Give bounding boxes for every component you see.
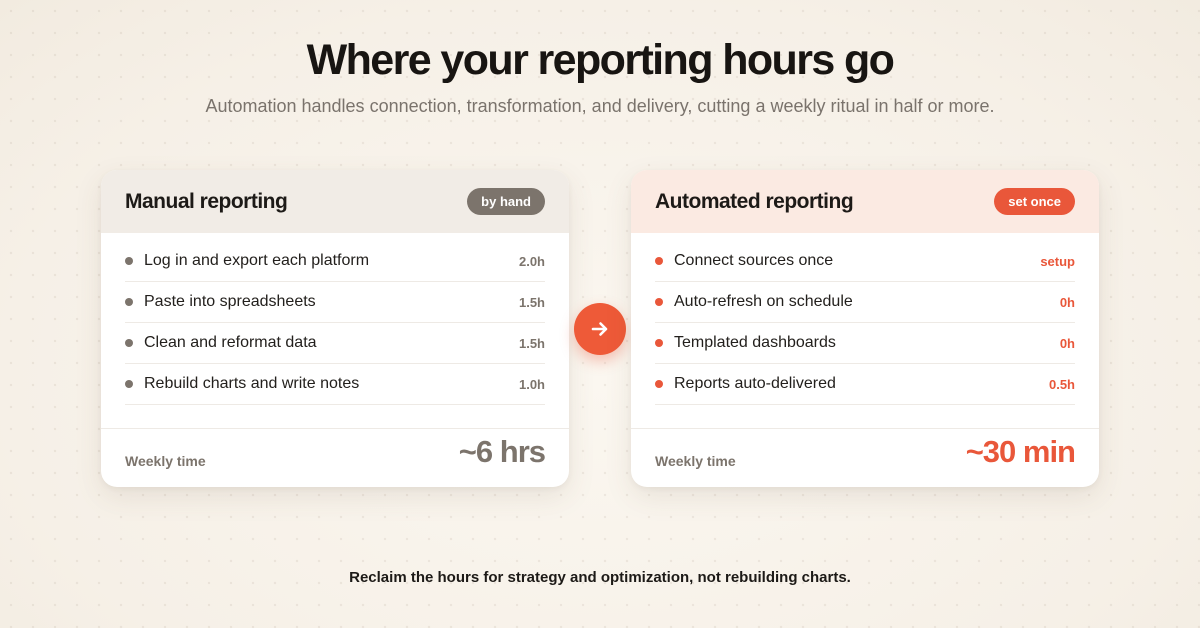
status-badge: set once bbox=[994, 188, 1075, 215]
task-time: 0.5h bbox=[1048, 376, 1075, 392]
list-item: Log in and export each platform 2.0h bbox=[125, 241, 545, 282]
weekly-time-label: Weekly time bbox=[655, 453, 736, 469]
list-item: Paste into spreadsheets 1.5h bbox=[125, 282, 545, 323]
card-footer: Weekly time ~30 min bbox=[631, 428, 1099, 487]
card-title: Automated reporting bbox=[655, 189, 854, 213]
bullet-icon bbox=[125, 380, 133, 388]
automated-reporting-card: Automated reporting set once Connect sou… bbox=[631, 170, 1099, 487]
task-time: 1.5h bbox=[518, 335, 545, 351]
task-list: Log in and export each platform 2.0h Pas… bbox=[101, 233, 569, 405]
list-item: Rebuild charts and write notes 1.0h bbox=[125, 364, 545, 405]
bullet-icon bbox=[655, 257, 663, 265]
weekly-time-label: Weekly time bbox=[125, 453, 206, 469]
page-title: Where your reporting hours go bbox=[306, 36, 895, 84]
task-time: 1.5h bbox=[518, 294, 545, 310]
task-time: 1.0h bbox=[518, 376, 545, 392]
arrow-right-icon bbox=[591, 322, 608, 336]
bullet-icon bbox=[125, 298, 133, 306]
task-list: Connect sources once setup Auto-refresh … bbox=[631, 233, 1099, 405]
task-time: setup bbox=[1040, 253, 1075, 269]
status-badge: by hand bbox=[467, 188, 545, 215]
card-footer: Weekly time ~6 hrs bbox=[101, 428, 569, 487]
bullet-icon bbox=[125, 257, 133, 265]
task-label: Connect sources once bbox=[674, 252, 834, 269]
list-item: Connect sources once setup bbox=[655, 241, 1075, 282]
task-label: Clean and reformat data bbox=[144, 334, 317, 351]
task-time: 2.0h bbox=[518, 253, 545, 269]
weekly-time-value: ~6 hrs bbox=[458, 434, 546, 469]
list-item: Reports auto-delivered 0.5h bbox=[655, 364, 1075, 405]
bullet-icon bbox=[655, 298, 663, 306]
task-label: Auto-refresh on schedule bbox=[674, 293, 853, 310]
task-label: Paste into spreadsheets bbox=[144, 293, 316, 310]
bottom-caption: Reclaim the hours for strategy and optim… bbox=[349, 569, 851, 586]
task-label: Templated dashboards bbox=[674, 334, 836, 351]
page-subtitle: Automation handles connection, transform… bbox=[205, 96, 995, 116]
list-item: Templated dashboards 0h bbox=[655, 323, 1075, 364]
list-item: Auto-refresh on schedule 0h bbox=[655, 282, 1075, 323]
card-header: Manual reporting by hand bbox=[101, 170, 569, 233]
card-title: Manual reporting bbox=[125, 189, 288, 213]
arrow-button[interactable] bbox=[574, 303, 626, 355]
manual-reporting-card: Manual reporting by hand Log in and expo… bbox=[101, 170, 569, 487]
weekly-time-value: ~30 min bbox=[965, 434, 1076, 469]
task-time: 0h bbox=[1059, 294, 1075, 310]
list-item: Clean and reformat data 1.5h bbox=[125, 323, 545, 364]
task-time: 0h bbox=[1059, 335, 1075, 351]
bullet-icon bbox=[125, 339, 133, 347]
card-header: Automated reporting set once bbox=[631, 170, 1099, 233]
bullet-icon bbox=[655, 380, 663, 388]
bullet-icon bbox=[655, 339, 663, 347]
task-label: Log in and export each platform bbox=[144, 252, 370, 269]
task-label: Rebuild charts and write notes bbox=[144, 375, 360, 392]
task-label: Reports auto-delivered bbox=[674, 375, 836, 392]
